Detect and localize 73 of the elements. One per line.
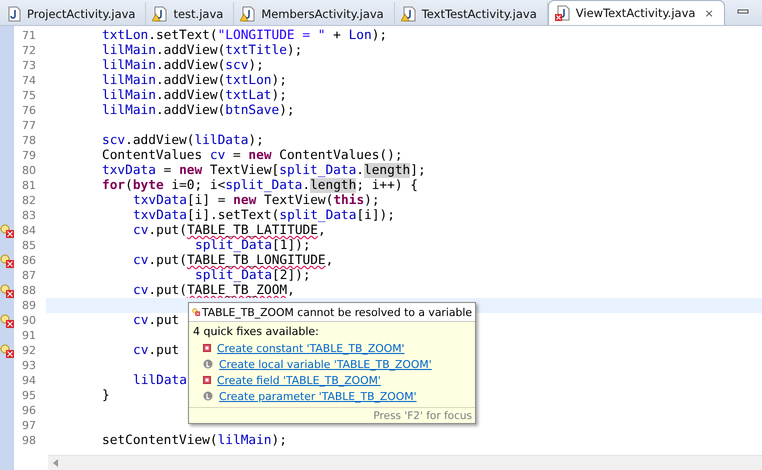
code-line: } [102,388,110,403]
quickfix-error-icon[interactable] [0,314,14,328]
code-line: cv.put [133,343,180,358]
code-line: cv.put(TABLE_TB_ZOOM, [133,283,295,298]
line-number: 74 [21,74,36,87]
code-line: scv.addView(lilData); [102,133,264,148]
quickfix-error-icon[interactable] [0,284,14,298]
editor-tab[interactable]: test.java [146,2,234,25]
editor-tab[interactable]: ProjectActivity.java [0,2,146,25]
code-line: txvData[i] = new TextView(this); [133,193,380,208]
line-number: 90 [21,314,36,327]
horizontal-scrollbar[interactable] [48,455,762,470]
code-line: cv.put [133,313,180,328]
constant-icon [203,344,211,352]
editor-tab[interactable]: MembersActivity.java [234,2,395,25]
line-number: 81 [21,179,36,192]
code-line: ContentValues cv = new ContentValues(); [102,148,403,163]
quickfix-error-icon[interactable] [0,254,14,268]
line-number: 79 [21,149,36,162]
line-number: 82 [21,194,36,207]
line-number: 78 [21,134,36,147]
code-line: lilMain.addView(txtTitle); [102,43,302,58]
line-number: 92 [21,344,36,357]
line-number: 76 [21,104,36,117]
local-variable-icon [203,359,213,369]
quick-fix-link[interactable]: Create local variable 'TABLE_TB_ZOOM' [219,358,432,370]
code-line: cv.put(TABLE_TB_LONGITUDE, [133,253,334,268]
line-number: 94 [21,374,36,387]
line-number: 88 [21,284,36,297]
code-line: cv.put(TABLE_TB_LATITUDE, [133,223,326,238]
line-number: 89 [21,299,36,312]
line-number: 84 [21,224,36,237]
line-number: 93 [21,359,36,372]
quick-fix-link[interactable]: Create constant 'TABLE_TB_ZOOM' [217,342,405,354]
line-number: 80 [21,164,36,177]
focus-hint: Press 'F2' for focus [373,410,472,422]
close-icon[interactable]: ⨯ [704,6,714,20]
line-number: 77 [21,119,36,132]
code-line: txtLon.setText("LONGITUDE = " + Lon); [102,28,388,43]
line-number: 87 [21,269,36,282]
line-number: 75 [21,89,36,102]
constant-icon [203,376,211,384]
code-line: lilData [133,373,187,388]
line-number: 83 [21,209,36,222]
code-line: lilMain.addView(scv); [102,58,264,73]
code-line: txvData[i].setText(split_Data[i]); [133,208,395,223]
line-number: 96 [21,404,36,417]
quick-fix-link[interactable]: Create field 'TABLE_TB_ZOOM' [217,374,381,386]
line-number: 95 [21,389,36,402]
quick-fix-link[interactable]: Create parameter 'TABLE_TB_ZOOM' [219,390,417,402]
editor-tab[interactable]: TextTestActivity.java [394,2,548,25]
quickfix-error-icon[interactable] [0,224,14,238]
code-line: split_Data[1]); [195,238,311,253]
code-line: lilMain.addView(txtLat); [102,88,287,103]
code-line: for(byte i=0; i<split_Data.length; i++) { [102,178,418,193]
line-number: 86 [21,254,36,267]
quickfix-error-icon[interactable] [0,344,14,358]
code-line: lilMain.addView(txtLon); [102,73,287,88]
line-number: 73 [21,59,36,72]
editor-tab[interactable]: ViewTextActivity.java ⨯ [548,0,725,25]
line-number: 91 [21,329,36,342]
code-line: setContentView(lilMain); [102,433,287,448]
quick-fix-summary: 4 quick fixes available: [193,325,320,338]
line-number: 98 [21,434,36,447]
local-variable-icon [203,391,213,401]
code-line: txvData = new TextView[split_Data.length]; [102,163,426,178]
code-line: lilMain.addView(btnSave); [102,103,295,118]
line-number: 71 [21,29,36,42]
line-number: 85 [21,239,36,252]
code-line: split_Data[2]); [195,268,311,283]
line-number: 72 [21,44,36,57]
error-message: TABLE_TB_ZOOM cannot be resolved to a variable [202,306,472,318]
line-number: 97 [21,419,36,432]
